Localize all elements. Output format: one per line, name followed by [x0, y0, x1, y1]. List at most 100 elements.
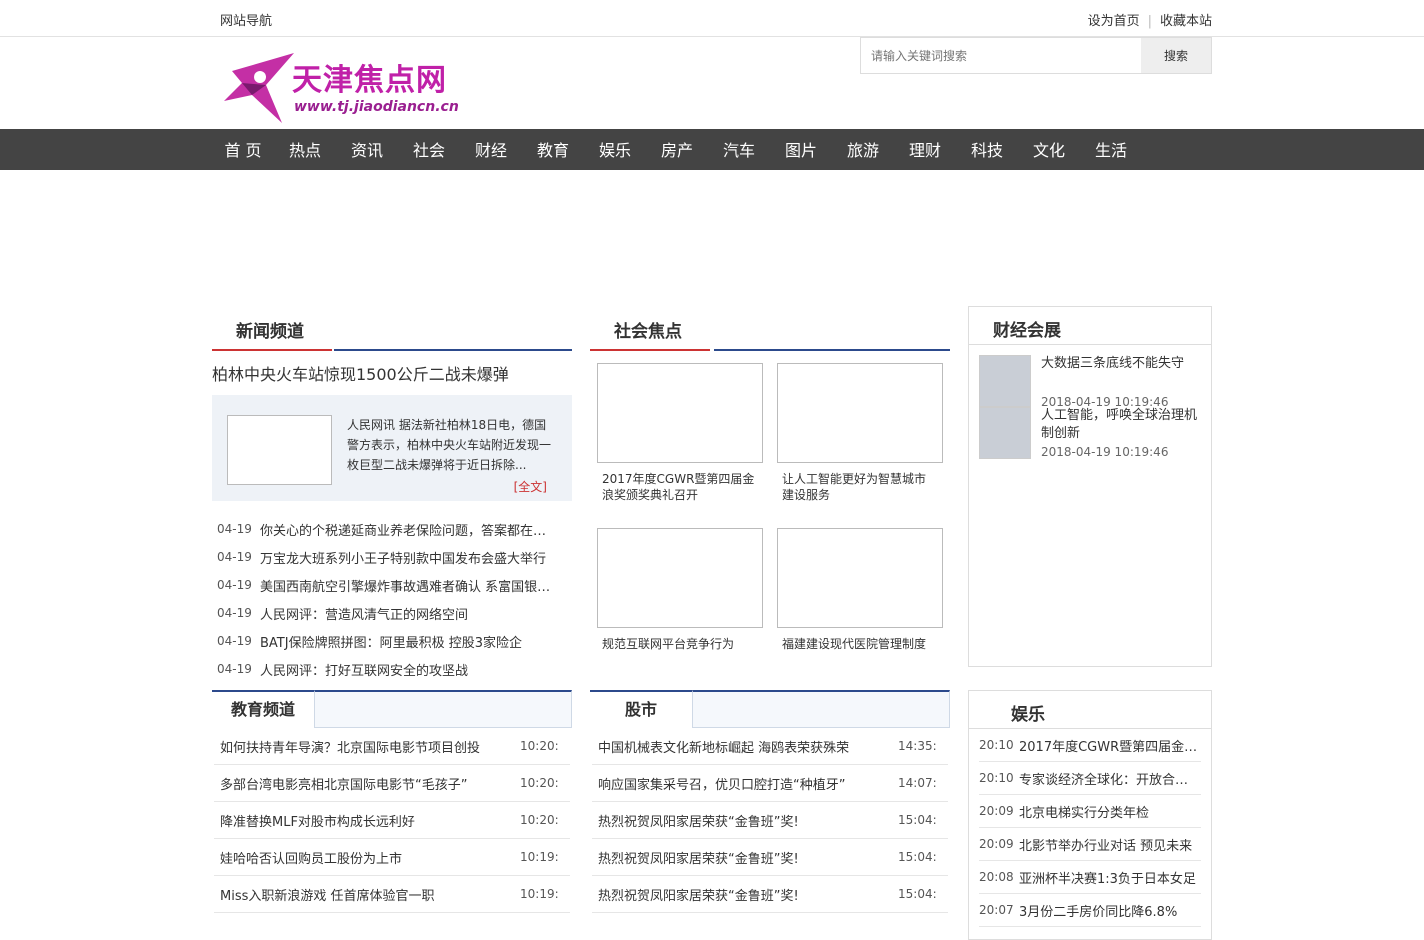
item-title[interactable]: 专家谈经济全球化：开放合作共赢: [1019, 769, 1201, 788]
pic-card[interactable]: 让人工智能更好为智慧城市建设服务: [770, 363, 950, 528]
finance-thumbnail[interactable]: [979, 355, 1031, 407]
list-item[interactable]: 04-19 你关心的个税递延商业养老保险问题，答案都在这里: [212, 515, 572, 543]
list-item[interactable]: 热烈祝贺凤阳家居荣获“金鲁班”奖! 15:04:: [592, 802, 948, 839]
feature-image[interactable]: [227, 415, 332, 485]
item-title[interactable]: 降准替换MLF对股市构成长远利好: [214, 811, 520, 830]
nav-item-home[interactable]: 首 页: [212, 130, 274, 171]
pic-image[interactable]: [777, 363, 943, 463]
pic-card[interactable]: 福建建设现代医院管理制度: [770, 528, 950, 693]
entertainment-section: 娱乐 20:10 2017年度CGWR暨第四届金浪奖颁奖典礼 20:10 专家谈经济…: [968, 690, 1212, 940]
news-headline[interactable]: 柏林中央火车站惊现1500公斤二战未爆弹: [212, 361, 572, 391]
site-nav-link[interactable]: 网站导航: [220, 10, 272, 29]
item-title[interactable]: 人民网评：打好互联网安全的攻坚战: [260, 660, 555, 679]
list-item[interactable]: 响应国家集采号召，优贝口腔打造“种植牙” 14:07:: [592, 765, 948, 802]
pic-caption[interactable]: 福建建设现代医院管理制度: [777, 636, 937, 652]
site-logo[interactable]: 天津焦点网 www.tj.jiaodiancn.cn: [222, 51, 467, 125]
finance-section-title[interactable]: 财经会展: [993, 316, 1061, 341]
list-item[interactable]: 04-19 人民网评：营造风清气正的网络空间: [212, 599, 572, 627]
tab-education[interactable]: 教育频道: [212, 690, 315, 728]
news-section: 新闻频道 柏林中央火车站惊现1500公斤二战未爆弹 人民网讯 据法新社柏林18日…: [212, 305, 572, 683]
pic-card[interactable]: 2017年度CGWR暨第四届金浪奖颁奖典礼召开: [590, 363, 770, 528]
list-item[interactable]: 如何扶持青年导演？北京国际电影节项目创投 10:20:: [214, 728, 570, 765]
search-button[interactable]: 搜索: [1141, 38, 1211, 73]
list-item[interactable]: 04-19 美国西南航空引擎爆炸事故遇难者确认 系富国银行高管: [212, 571, 572, 599]
list-item[interactable]: 04-19 人民网评：打好互联网安全的攻坚战: [212, 655, 572, 683]
nav-item-culture[interactable]: 文化: [1018, 130, 1080, 171]
entertainment-list: 20:10 2017年度CGWR暨第四届金浪奖颁奖典礼 20:10 专家谈经济全球化…: [969, 729, 1211, 927]
list-item[interactable]: 20:10 2017年度CGWR暨第四届金浪奖颁奖典礼: [979, 729, 1201, 762]
pic-image[interactable]: [777, 528, 943, 628]
bookmark-link[interactable]: 收藏本站: [1160, 14, 1212, 29]
set-home-link[interactable]: 设为首页: [1088, 14, 1140, 29]
nav-item-finance[interactable]: 财经: [460, 130, 522, 171]
item-title[interactable]: 中国机械表文化新地标崛起 海鸥表荣获殊荣: [592, 737, 898, 756]
list-item[interactable]: 20:07 3月份二手房价同比降6.8%: [979, 894, 1201, 927]
finance-item[interactable]: 人工智能，呼唤全球治理机制创新 2018-04-19 10:19:46: [969, 407, 1211, 469]
nav-item-education[interactable]: 教育: [522, 130, 584, 171]
pic-caption[interactable]: 让人工智能更好为智慧城市建设服务: [777, 471, 937, 503]
nav-item-entertainment[interactable]: 娱乐: [584, 130, 646, 171]
logo-text-url: www.tj.jiaodiancn.cn: [294, 99, 459, 115]
item-title[interactable]: 多部台湾电影亮相北京国际电影节“毛孩子”: [214, 774, 520, 793]
news-section-title[interactable]: 新闻频道: [236, 317, 304, 342]
item-title[interactable]: 3月份二手房价同比降6.8%: [1019, 901, 1201, 920]
list-item[interactable]: 娃哈哈否认回购员工股份为上市 10:19:: [214, 839, 570, 876]
nav-item-money[interactable]: 理财: [894, 130, 956, 171]
item-title[interactable]: Miss入职新浪游戏 任首席体验官一职: [214, 885, 520, 904]
nav-item-pictures[interactable]: 图片: [770, 130, 832, 171]
list-item[interactable]: 20:10 专家谈经济全球化：开放合作共赢: [979, 762, 1201, 795]
item-title[interactable]: 万宝龙大班系列小王子特别款中国发布会盛大举行: [260, 548, 555, 567]
item-title[interactable]: 你关心的个税递延商业养老保险问题，答案都在这里: [260, 520, 555, 539]
list-item[interactable]: 中国机械表文化新地标崛起 海鸥表荣获殊荣 14:35:: [592, 728, 948, 765]
education-section: 教育频道 如何扶持青年导演？北京国际电影节项目创投 10:20: 多部台湾电影亮相…: [212, 690, 572, 913]
education-list: 如何扶持青年导演？北京国际电影节项目创投 10:20: 多部台湾电影亮相北京国际电…: [212, 728, 572, 913]
list-item[interactable]: 降准替换MLF对股市构成长远利好 10:20:: [214, 802, 570, 839]
pic-image[interactable]: [597, 363, 763, 463]
top-bar: 网站导航 设为首页 | 收藏本站: [0, 0, 1424, 37]
item-title[interactable]: 亚洲杯半决赛1:3负于日本女足: [1019, 868, 1201, 887]
item-title[interactable]: 娃哈哈否认回购员工股份为上市: [214, 848, 520, 867]
entertainment-section-title[interactable]: 娱乐: [1011, 700, 1045, 725]
item-title[interactable]: 响应国家集采号召，优贝口腔打造“种植牙”: [592, 774, 898, 793]
nav-item-travel[interactable]: 旅游: [832, 130, 894, 171]
read-more-link[interactable]: [全文]: [514, 478, 547, 495]
item-time: 20:09: [979, 837, 1014, 851]
nav-item-society[interactable]: 社会: [398, 130, 460, 171]
list-item[interactable]: 20:09 北京电梯实行分类年检: [979, 795, 1201, 828]
search-input[interactable]: [861, 38, 1141, 73]
nav-item-hot[interactable]: 热点: [274, 130, 336, 171]
finance-item-title[interactable]: 人工智能，呼唤全球治理机制创新: [1041, 407, 1201, 443]
nav-item-tech[interactable]: 科技: [956, 130, 1018, 171]
pic-card[interactable]: 规范互联网平台竞争行为: [590, 528, 770, 693]
nav-item-auto[interactable]: 汽车: [708, 130, 770, 171]
list-item[interactable]: Miss入职新浪游戏 任首席体验官一职 10:19:: [214, 876, 570, 913]
list-item[interactable]: 热烈祝贺凤阳家居荣获“金鲁班”奖! 15:04:: [592, 839, 948, 876]
item-title[interactable]: 热烈祝贺凤阳家居荣获“金鲁班”奖!: [592, 811, 898, 830]
item-title[interactable]: 如何扶持青年导演？北京国际电影节项目创投: [214, 737, 520, 756]
item-title[interactable]: 人民网评：营造风清气正的网络空间: [260, 604, 555, 623]
nav-item-info[interactable]: 资讯: [336, 130, 398, 171]
list-item[interactable]: 04-19 BATJ保险牌照拼图：阿里最积极 控股3家险企: [212, 627, 572, 655]
nav-item-house[interactable]: 房产: [646, 130, 708, 171]
tab-stock[interactable]: 股市: [590, 690, 693, 728]
list-item[interactable]: 多部台湾电影亮相北京国际电影节“毛孩子” 10:20:: [214, 765, 570, 802]
item-title[interactable]: 北影节举办行业对话 预见未来: [1019, 835, 1201, 854]
finance-thumbnail[interactable]: [979, 407, 1031, 459]
list-item[interactable]: 热烈祝贺凤阳家居荣获“金鲁班”奖! 15:04:: [592, 876, 948, 913]
item-title[interactable]: 热烈祝贺凤阳家居荣获“金鲁班”奖!: [592, 885, 898, 904]
item-title[interactable]: 美国西南航空引擎爆炸事故遇难者确认 系富国银行高管: [260, 576, 555, 595]
list-item[interactable]: 20:09 北影节举办行业对话 预见未来: [979, 828, 1201, 861]
finance-item[interactable]: 大数据三条底线不能失守 2018-04-19 10:19:46: [969, 345, 1211, 409]
pic-caption[interactable]: 2017年度CGWR暨第四届金浪奖颁奖典礼召开: [597, 471, 757, 503]
finance-item-title[interactable]: 大数据三条底线不能失守: [1041, 355, 1201, 373]
list-item[interactable]: 04-19 万宝龙大班系列小王子特别款中国发布会盛大举行: [212, 543, 572, 571]
item-title[interactable]: 2017年度CGWR暨第四届金浪奖颁奖典礼: [1019, 736, 1201, 755]
social-section-title[interactable]: 社会焦点: [614, 317, 682, 342]
nav-item-life[interactable]: 生活: [1080, 130, 1142, 171]
pic-image[interactable]: [597, 528, 763, 628]
item-title[interactable]: BATJ保险牌照拼图：阿里最积极 控股3家险企: [260, 632, 555, 651]
pic-caption[interactable]: 规范互联网平台竞争行为: [597, 636, 757, 652]
list-item[interactable]: 20:08 亚洲杯半决赛1:3负于日本女足: [979, 861, 1201, 894]
item-title[interactable]: 北京电梯实行分类年检: [1019, 802, 1201, 821]
item-title[interactable]: 热烈祝贺凤阳家居荣获“金鲁班”奖!: [592, 848, 898, 867]
